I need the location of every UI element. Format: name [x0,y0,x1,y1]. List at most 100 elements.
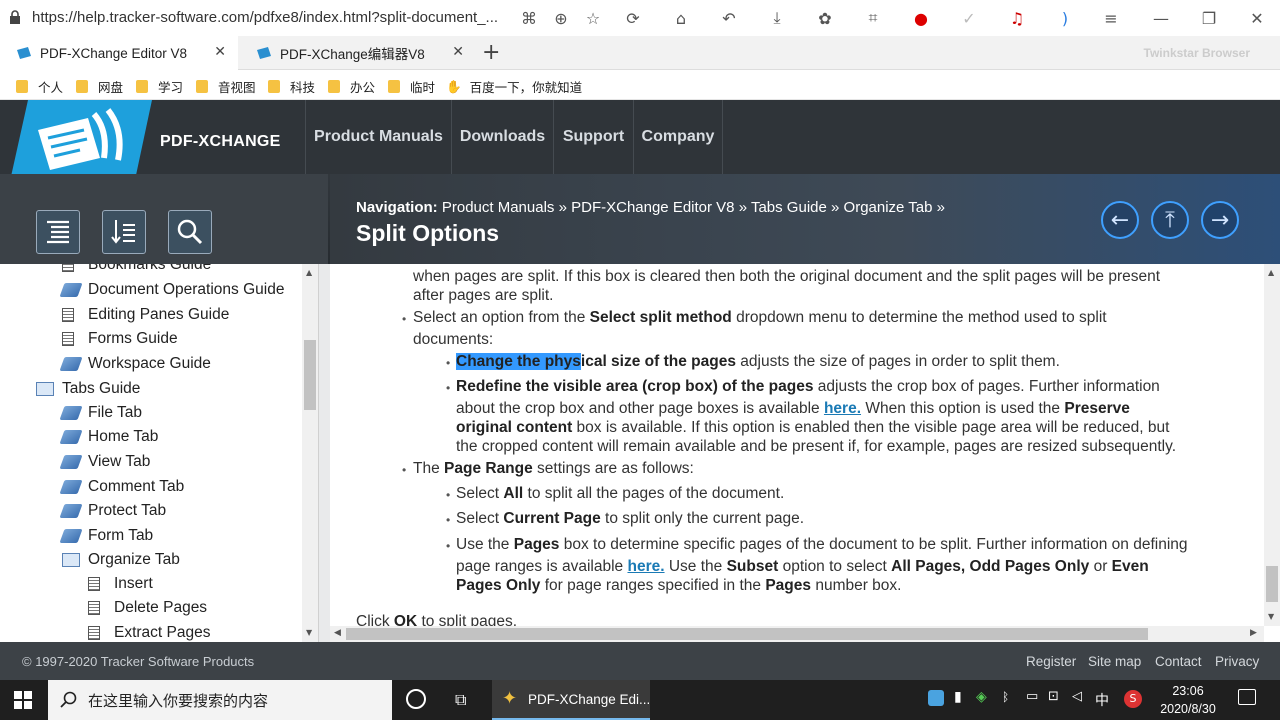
toc-item-insert[interactable]: Insert [88,575,153,593]
toc-item-organize-tab[interactable]: Organize Tab [62,551,180,569]
toc-expand-button[interactable] [102,210,146,254]
tab-pdfxchange-cn[interactable]: PDF-XChange编辑器V8 ✕ [240,36,476,70]
footer-link-contact[interactable]: Contact [1155,654,1202,669]
menu-icon[interactable]: ≡ [1100,7,1122,29]
tray-security-icon[interactable]: ◈ [976,689,987,705]
scroll-up-icon[interactable]: ▲ [1268,268,1274,277]
book-icon [59,406,83,420]
extension-icon[interactable]: ✿ [814,7,836,29]
close-tab-icon[interactable]: ✕ [452,44,464,60]
footer-link-sitemap[interactable]: Site map [1088,654,1141,669]
here-link[interactable]: here. [627,558,664,575]
toc-list-button[interactable] [36,210,80,254]
volume-icon[interactable]: ◁ [1072,689,1082,704]
battery-icon[interactable]: ▭ [1026,689,1038,704]
scroll-right-icon[interactable]: ▶ [1250,628,1257,638]
opera-icon[interactable]: ● [910,7,932,29]
content-text: Select All to split all the pages of the… [456,485,785,502]
bookmark-item[interactable]: 音视图 [196,77,256,96]
toc-item-document-operations-guide[interactable]: Document Operations Guide [59,281,284,299]
wave-icon[interactable]: ) [1054,7,1076,29]
bookmark-item[interactable]: ✋ 百度一下，你就知道 [446,77,582,96]
restore-icon[interactable]: ❐ [1198,7,1220,29]
scroll-left-icon[interactable]: ◀ [334,628,341,638]
sogou-ime-icon[interactable]: S [1124,690,1142,708]
toc-scroll-thumb[interactable] [304,340,316,410]
bookmark-item[interactable]: 个人 [16,77,63,96]
translate-icon[interactable]: ⌘ [518,7,540,29]
network-icon[interactable]: ⊡ [1048,689,1059,704]
toc-item-file-tab[interactable]: File Tab [59,404,142,422]
scroll-up-icon[interactable]: ▲ [306,268,312,277]
content-hscrollbar[interactable]: ◀ ▶ [330,626,1264,642]
bookmark-item[interactable]: 学习 [136,77,183,96]
toc-item-home-tab[interactable]: Home Tab [59,428,158,446]
minimize-icon[interactable]: — [1150,7,1172,29]
tray-bluetooth-icon[interactable]: ᛒ [1002,690,1009,704]
here-link[interactable]: here. [824,400,861,417]
task-view-icon[interactable]: ⧉ [455,690,466,710]
tray-usb-icon[interactable]: ▮ [954,689,962,705]
nav-support[interactable]: Support [553,100,633,174]
windows-start-icon[interactable] [14,691,32,709]
top-button[interactable]: ⤒ [1151,201,1189,239]
toc-item-bookmarks-guide[interactable]: Bookmarks Guide [62,264,211,274]
taskbar-clock[interactable]: 23:06 2020/8/30 [1152,682,1224,718]
breadcrumb-item[interactable]: Product Manuals [442,199,555,216]
new-tab-icon[interactable]: + [482,40,500,65]
toc-item-comment-tab[interactable]: Comment Tab [59,478,184,496]
cortana-icon[interactable] [406,689,426,709]
content-vscrollbar[interactable]: ▲ ▼ [1264,264,1280,626]
toc-item-workspace-guide[interactable]: Workspace Guide [59,355,211,373]
footer-link-privacy[interactable]: Privacy [1215,654,1259,669]
notifications-icon[interactable] [1238,689,1256,705]
breadcrumb-item[interactable]: Tabs Guide [751,199,827,216]
toc-scrollbar[interactable]: ▲ ▼ [302,264,318,642]
refresh-icon[interactable]: ⟳ [622,7,644,29]
undo-icon[interactable]: ↶ [718,7,740,29]
breadcrumb-item[interactable]: PDF-XChange Editor V8 [571,199,734,216]
toc-item-delete-pages[interactable]: Delete Pages [88,599,207,617]
content-hscroll-thumb[interactable] [346,628,1148,640]
music-icon[interactable]: ♫ [1006,7,1028,29]
breadcrumb-item[interactable]: Organize Tab [844,199,933,216]
bookmark-item[interactable]: 网盘 [76,77,123,96]
toc-item-view-tab[interactable]: View Tab [59,453,150,471]
next-page-button[interactable]: → [1201,201,1239,239]
tab-pdfxchange-editor[interactable]: PDF-XChange Editor V8 ✕ [0,36,238,70]
star-icon[interactable]: ☆ [582,7,604,29]
toc-item-forms-guide[interactable]: Forms Guide [62,330,178,348]
toc-search-button[interactable] [168,210,212,254]
toc-item-editing-panes-guide[interactable]: Editing Panes Guide [62,306,229,324]
taskbar-search-input[interactable]: 在这里输入你要搜索的内容 [48,680,392,720]
taskbar-app-pdfxchange[interactable]: ✦ PDF-XChange Edi... [492,680,650,720]
nav-product-manuals[interactable]: Product Manuals [305,100,451,174]
toc-item-extract-pages[interactable]: Extract Pages [88,624,211,642]
nav-company[interactable]: Company [633,100,723,174]
url-field[interactable]: https://help.tracker-software.com/pdfxe8… [32,9,512,26]
bullet-icon: • [446,539,451,553]
scroll-down-icon[interactable]: ▼ [306,628,312,637]
home-icon[interactable]: ⌂ [670,7,692,29]
download-icon[interactable]: ⤓ [766,7,788,29]
toc-item-protect-tab[interactable]: Protect Tab [59,502,166,520]
nav-downloads[interactable]: Downloads [451,100,553,174]
ime-indicator[interactable]: 中 [1095,690,1109,710]
bookmark-item[interactable]: 办公 [328,77,375,96]
toc-item-form-tab[interactable]: Form Tab [59,527,153,545]
bookmark-item[interactable]: 科技 [268,77,315,96]
toc-item-tabs-guide[interactable]: Tabs Guide [36,380,140,398]
zoom-icon[interactable]: ⊕ [550,7,572,29]
tray-app-icon[interactable] [928,690,944,706]
bookmark-item[interactable]: 临时 [388,77,435,96]
crop-icon[interactable]: ⌗ [862,7,884,29]
site-brand[interactable]: PDF-XCHANGE [160,133,281,151]
content-scroll-thumb[interactable] [1266,566,1278,602]
footer-link-register[interactable]: Register [1026,654,1076,669]
previous-page-button[interactable]: ← [1101,201,1139,239]
splitter[interactable] [318,264,330,642]
check-icon[interactable]: ✓ [958,7,980,29]
scroll-down-icon[interactable]: ▼ [1268,612,1274,621]
close-tab-icon[interactable]: ✕ [214,44,226,60]
close-window-icon[interactable]: ✕ [1246,7,1268,29]
